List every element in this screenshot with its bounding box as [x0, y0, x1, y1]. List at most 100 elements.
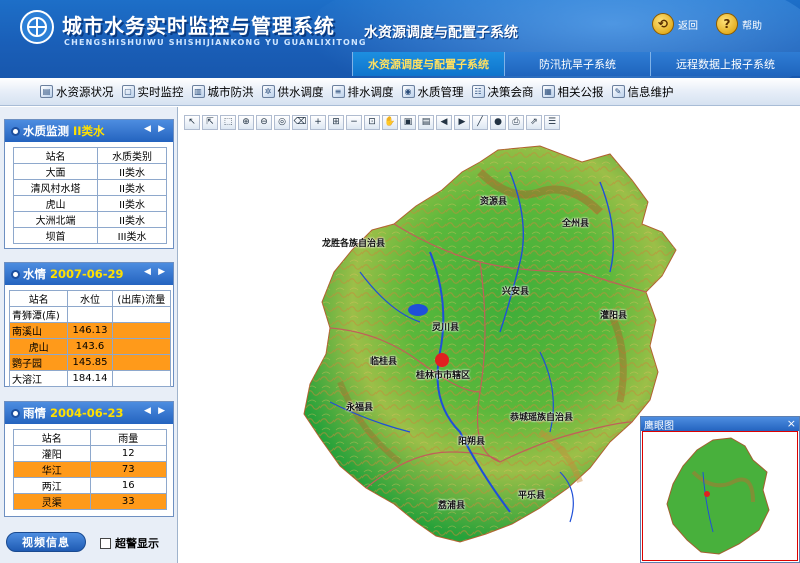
place-label: 临桂县	[370, 357, 398, 367]
alarm-display-toggle[interactable]: 超警显示	[100, 535, 159, 551]
menu-bulletin[interactable]: ▦ 相关公报	[538, 81, 608, 103]
place-label: 灌阳县	[600, 311, 628, 321]
menu-water-quality[interactable]: ◉ 水质管理	[398, 81, 468, 103]
main-menu: ▤ 水资源状况 ▢ 实时监控 ▥ 城市防洪 ✲ 供水调度 ≡ 排水调度 ◉ 水质管理 ☷ 决策…	[0, 78, 800, 106]
table-row[interactable]: 灌阳 12	[13, 445, 167, 462]
system-title: 城市水务实时监控与管理系统	[62, 14, 335, 38]
help-button[interactable]: ? 帮助	[716, 12, 762, 36]
zoom-in-icon[interactable]: +	[310, 114, 326, 130]
alarm-label: 超警显示	[115, 537, 159, 550]
table-row[interactable]: 大面 II类水	[12, 163, 167, 180]
subsystem-tabs: 水资源调度与配置子系统 防汛抗旱子系统 远程数据上报子系统	[352, 52, 800, 76]
water-quality-panel: 水质监测 II类水 ◀ ▶ 站名 水质类别 大面 II类水 清风村水塔 II类水 虎…	[4, 119, 174, 249]
water-quality-table: 站名 水质类别 大面 II类水 清风村水塔 II类水 虎山 II类水 大洲北端 II类水…	[12, 147, 167, 244]
app-header: 城市水务实时监控与管理系统 CHENGSHISHUIWU SHISHIJIANK…	[0, 0, 800, 78]
subsystem-title: 水资源调度与配置子系统	[364, 25, 518, 41]
place-label: 桂林市市辖区	[416, 371, 471, 381]
zoom-fixed-icon[interactable]: ⊞	[328, 114, 344, 130]
eraser-icon[interactable]: ⌫	[292, 114, 308, 130]
overview-terrain	[666, 437, 770, 555]
place-label: 永福县	[346, 403, 374, 413]
alarm-checkbox[interactable]	[100, 537, 111, 549]
menu-water-supply[interactable]: ✲ 供水调度	[258, 81, 328, 103]
table-icon[interactable]: ☰	[544, 114, 560, 130]
table-row[interactable]: 鹦子园 145.85	[8, 354, 172, 371]
document-icon: ▦	[541, 85, 555, 98]
menu-decision[interactable]: ☷ 决策会商	[468, 81, 538, 103]
place-label: 全州县	[562, 219, 590, 229]
full-extent-icon[interactable]: ▣	[400, 114, 416, 130]
overview-window: 鹰眼图 ×	[640, 416, 800, 563]
place-label: 龙胜各族自治县	[322, 239, 386, 249]
table-row[interactable]: 南溪山 146.13	[8, 322, 172, 339]
select-add-icon[interactable]: ⊕	[238, 114, 254, 130]
place-label: 阳朔县	[458, 437, 486, 447]
tab-flood-control[interactable]: 防汛抗旱子系统	[504, 52, 650, 76]
select-remove-icon[interactable]: ⊖	[256, 114, 272, 130]
place-label: 灵川县	[432, 323, 460, 333]
back-extent-icon[interactable]: ◀	[436, 114, 452, 130]
table-row[interactable]: 虎山 II类水	[12, 195, 167, 212]
table-row[interactable]: 青狮潭(库)	[8, 306, 172, 323]
help-icon: ?	[716, 13, 738, 35]
back-icon: ⟲	[652, 13, 674, 35]
zoom-out-icon[interactable]: −	[346, 114, 362, 130]
pointer-icon[interactable]: ↖	[184, 114, 200, 130]
zoom-box-icon[interactable]: ⊡	[364, 114, 380, 130]
system-subtitle: CHENGSHISHUIWU SHISHIJIANKONG YU GUANLIX…	[64, 38, 367, 47]
table-row[interactable]: 两江 16	[13, 477, 167, 494]
pager-arrows-icon[interactable]: ◀ ▶	[144, 267, 167, 277]
menu-water-status[interactable]: ▤ 水资源状况	[36, 81, 118, 103]
binoculars-icon[interactable]: ◎	[274, 114, 290, 130]
left-sidebar: 水质监测 II类水 ◀ ▶ 站名 水质类别 大面 II类水 清风村水塔 II类水 虎…	[0, 107, 178, 563]
rainfall-panel: 雨情 2004-06-23 ◀ ▶ 站名 雨量 灌阳 12 华江 73 两江 16 灵…	[4, 401, 174, 517]
menu-info-maintenance[interactable]: ✎ 信息维护	[608, 81, 678, 103]
water-level-header: 水情 2007-06-29 ◀ ▶	[5, 263, 173, 285]
tab-remote-report[interactable]: 远程数据上报子系统	[650, 52, 800, 76]
place-label: 恭城瑶族自治县	[510, 413, 574, 423]
place-label: 荔浦县	[438, 501, 466, 511]
overview-map[interactable]	[642, 431, 798, 561]
layer-icon[interactable]: ▤	[418, 114, 434, 130]
tab-water-resources[interactable]: 水资源调度与配置子系统	[352, 52, 504, 76]
menu-drainage[interactable]: ≡ 排水调度	[328, 81, 398, 103]
menu-realtime-monitor[interactable]: ▢ 实时监控	[118, 81, 188, 103]
meeting-icon: ☷	[471, 85, 485, 98]
table-row[interactable]: 华江 73	[13, 461, 167, 478]
pan-hand-icon[interactable]: ✋	[382, 114, 398, 130]
overview-title: 鹰眼图	[644, 420, 674, 432]
place-label: 兴安县	[502, 287, 530, 297]
overview-header: 鹰眼图 ×	[641, 417, 799, 432]
menu-flood-control[interactable]: ▥ 城市防洪	[188, 81, 258, 103]
bullet-icon	[11, 269, 20, 279]
table-row[interactable]: 灵渠 33	[13, 493, 167, 510]
map-toolbar: ↖ ⇱ ⬚ ⊕ ⊖ ◎ ⌫ + ⊞ − ⊡ ✋ ▣ ▤ ◀ ▶ ╱ ● ⎙ ⇗ …	[180, 113, 600, 131]
back-button[interactable]: ⟲ 返回	[652, 12, 698, 36]
identify-icon[interactable]: ●	[490, 114, 506, 130]
water-level-table: 站名 水位 (出库)流量 青狮潭(库) 南溪山 146.13 虎山 143.6 鹦子…	[8, 290, 172, 387]
video-info-button[interactable]: 视频信息	[6, 532, 86, 552]
select-icon[interactable]: ⇱	[202, 114, 218, 130]
pager-arrows-icon[interactable]: ◀ ▶	[144, 406, 167, 416]
help-label: 帮助	[742, 20, 762, 32]
forward-extent-icon[interactable]: ▶	[454, 114, 470, 130]
flask-icon: ◉	[401, 85, 415, 98]
water-quality-header: 水质监测 II类水 ◀ ▶	[5, 120, 173, 142]
select-rect-icon[interactable]: ⬚	[220, 114, 236, 130]
pager-arrows-icon[interactable]: ◀ ▶	[144, 124, 167, 134]
print-icon[interactable]: ⎙	[508, 114, 524, 130]
table-row[interactable]: 坝首 III类水	[12, 227, 167, 244]
edit-icon: ✎	[611, 85, 625, 98]
table-row[interactable]: 清风村水塔 II类水	[12, 179, 167, 196]
chart-icon: ▤	[40, 85, 53, 98]
close-icon[interactable]: ×	[787, 417, 796, 430]
export-icon[interactable]: ⇗	[526, 114, 542, 130]
rainfall-header: 雨情 2004-06-23 ◀ ▶	[5, 402, 173, 424]
table-row[interactable]: 大溶江 184.14	[8, 370, 172, 387]
place-label: 资源县	[480, 197, 508, 207]
building-icon: ▥	[191, 85, 205, 98]
back-label: 返回	[678, 20, 698, 32]
table-row[interactable]: 虎山 143.6	[8, 338, 172, 355]
table-row[interactable]: 大洲北端 II类水	[12, 211, 167, 228]
measure-icon[interactable]: ╱	[472, 114, 488, 130]
